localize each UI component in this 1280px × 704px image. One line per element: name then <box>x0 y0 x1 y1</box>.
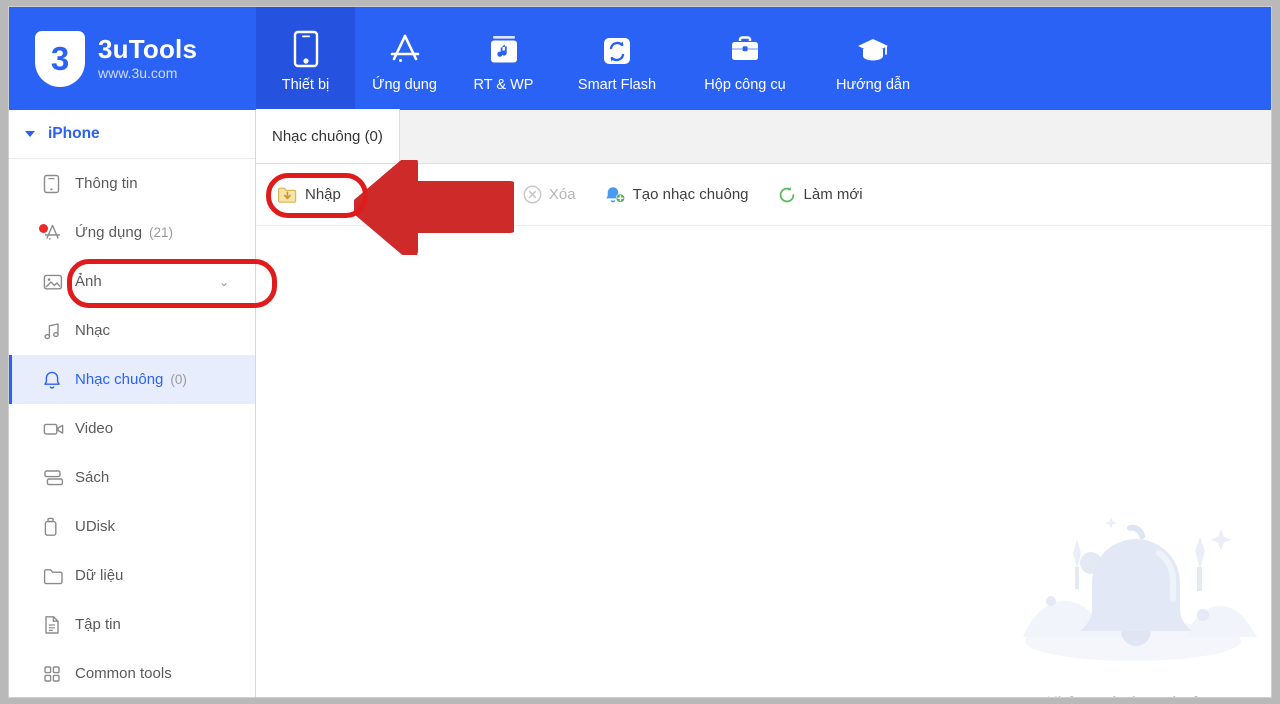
bell-icon <box>43 370 69 390</box>
sidebar-item-photos[interactable]: Ảnh ⌄ <box>9 257 255 306</box>
export-button-label: Xuất <box>397 186 428 203</box>
play-button[interactable]: ơi <box>447 178 504 212</box>
sidebar-count-apps: (21) <box>149 225 173 240</box>
appstore-icon <box>386 24 424 68</box>
toolbox-icon <box>728 24 762 68</box>
play-button-label: ơi <box>482 186 495 203</box>
import-button[interactable]: Nhập <box>268 178 350 212</box>
books-icon <box>43 469 69 487</box>
delete-circle-icon <box>523 185 542 204</box>
brand-logo: 3 3uTools www.3u.com <box>9 7 256 110</box>
sidebar-label-photos: Ảnh <box>75 273 102 290</box>
nav-item-guide[interactable]: Hướng dẫn <box>809 7 937 110</box>
sidebar-item-info[interactable]: Thông tin <box>9 159 255 208</box>
sidebar-item-ringtones[interactable]: Nhạc chuông (0) <box>9 355 255 404</box>
nav-label-toolbox: Hộp công cụ <box>704 77 785 93</box>
create-ringtone-button-label: Tạo nhạc chuông <box>633 186 749 203</box>
create-ringtone-button[interactable]: Tạo nhạc chuông <box>595 178 758 212</box>
graduation-cap-icon <box>854 24 892 68</box>
import-folder-icon <box>277 185 298 205</box>
sidebar-label-files: Tập tin <box>75 616 121 633</box>
grid-apps-icon <box>43 665 69 683</box>
tab-label-ringtones: Nhạc chuông (0) <box>272 128 383 145</box>
nav-item-devices[interactable]: Thiết bị <box>256 7 355 110</box>
chevron-down-icon[interactable]: ⌄ <box>219 275 229 289</box>
sidebar-label-books: Sách <box>75 469 109 486</box>
top-navigation-bar: 3 3uTools www.3u.com Thiết bị Ứng dụng <box>9 7 1272 110</box>
refresh-button[interactable]: Làm mới <box>768 178 872 212</box>
sidebar-item-udisk[interactable]: UDisk <box>9 502 255 551</box>
nav-item-rt-wp[interactable]: RT & WP <box>454 7 553 110</box>
delete-button[interactable]: Xóa <box>514 178 585 212</box>
refresh-button-label: Làm mới <box>804 186 863 203</box>
sidebar-item-common-tools[interactable]: Common tools <box>9 649 255 698</box>
phone-icon <box>293 24 319 68</box>
file-icon <box>43 615 69 635</box>
nav-label-guide: Hướng dẫn <box>836 77 910 93</box>
sidebar-item-files[interactable]: Tập tin <box>9 600 255 649</box>
nav-item-smart-flash[interactable]: Smart Flash <box>553 7 681 110</box>
nav-item-apps[interactable]: Ứng dụng <box>355 7 454 110</box>
folder-icon <box>43 567 69 585</box>
nav-label-apps: Ứng dụng <box>372 77 437 93</box>
app-window: 3 3uTools www.3u.com Thiết bị Ứng dụng <box>8 6 1272 698</box>
sidebar-label-music: Nhạc <box>75 322 110 339</box>
nav-label-devices: Thiết bị <box>282 77 330 93</box>
sidebar-label-video: Video <box>75 420 113 437</box>
sidebar-label-data: Dữ liệu <box>75 567 123 584</box>
sidebar: iPhone Thông tin Ứng dụng (21) Ảnh ⌄ <box>9 110 256 698</box>
notification-badge-dot <box>39 224 48 233</box>
sidebar-item-books[interactable]: Sách <box>9 453 255 502</box>
sidebar-label-apps: Ứng dụng <box>75 224 142 241</box>
brand-subtitle: www.3u.com <box>98 64 197 82</box>
sidebar-count-ringtones: (0) <box>170 372 187 387</box>
sidebar-label-ringtones: Nhạc chuông <box>75 371 163 388</box>
logo-char: 3 <box>51 42 69 75</box>
refresh-flash-icon <box>601 24 633 68</box>
chevron-down-icon[interactable] <box>25 131 35 137</box>
photo-icon <box>43 273 69 291</box>
empty-state-label: Không có nhạc chuông <box>999 694 1267 698</box>
sidebar-item-data[interactable]: Dữ liệu <box>9 551 255 600</box>
nav-label-rt-wp: RT & WP <box>474 77 534 93</box>
sidebar-label-info: Thông tin <box>75 175 138 192</box>
sidebar-item-music[interactable]: Nhạc <box>9 306 255 355</box>
device-info-icon <box>43 174 69 194</box>
import-button-label: Nhập <box>305 186 341 203</box>
brand-title: 3uTools <box>98 35 197 64</box>
bell-plus-icon <box>604 185 626 205</box>
sidebar-item-apps[interactable]: Ứng dụng (21) <box>9 208 255 257</box>
music-note-icon <box>43 321 69 341</box>
empty-state: Không có nhạc chuông <box>999 491 1267 698</box>
ringtone-box-icon <box>487 24 521 68</box>
sidebar-label-udisk: UDisk <box>75 518 115 535</box>
play-icon <box>456 185 475 204</box>
device-header[interactable]: iPhone <box>9 110 255 159</box>
bell-empty-illustration <box>999 491 1267 687</box>
device-name: iPhone <box>48 125 100 143</box>
sidebar-item-video[interactable]: Video <box>9 404 255 453</box>
nav-label-smart-flash: Smart Flash <box>578 77 656 93</box>
main-content: Nhạc chuông (0) Nhập Xuất ơi <box>256 110 1272 698</box>
sidebar-label-common-tools: Common tools <box>75 665 172 682</box>
delete-button-label: Xóa <box>549 186 576 203</box>
3utools-shield-icon: 3 <box>35 31 85 87</box>
toolbar: Nhập Xuất ơi Xóa <box>256 164 1272 226</box>
tab-ringtones[interactable]: Nhạc chuông (0) <box>256 109 400 163</box>
tab-strip: Nhạc chuông (0) <box>256 110 1272 164</box>
nav-item-toolbox[interactable]: Hộp công cụ <box>681 7 809 110</box>
refresh-icon <box>777 185 797 205</box>
export-folder-icon <box>369 185 390 205</box>
video-camera-icon <box>43 421 69 437</box>
export-button[interactable]: Xuất <box>360 178 437 212</box>
usb-disk-icon <box>43 517 69 537</box>
